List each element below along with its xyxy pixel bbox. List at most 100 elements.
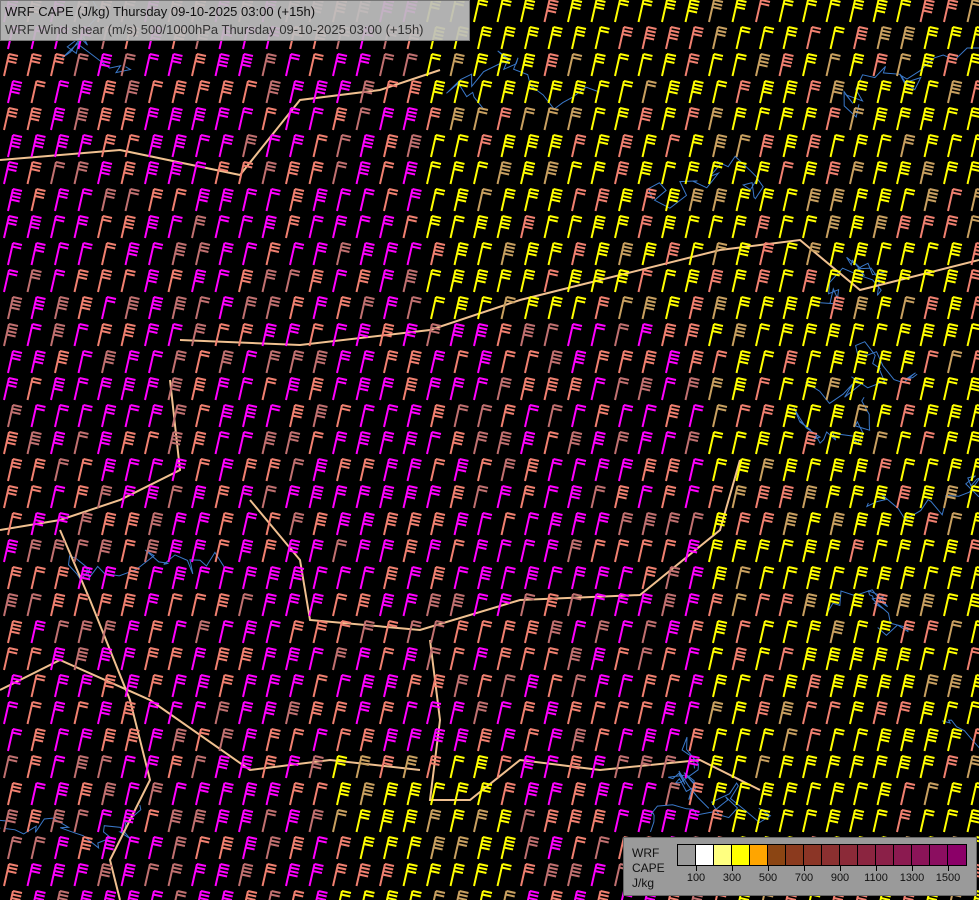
wind-barb	[966, 161, 979, 185]
wind-barb	[919, 485, 935, 509]
wind-barb	[355, 593, 371, 617]
wind-barb	[688, 620, 704, 644]
wind-barb	[336, 674, 352, 698]
wind-barb	[966, 269, 979, 293]
wind-barb	[97, 809, 113, 833]
wind-barb	[383, 242, 399, 266]
wind-barb	[618, 728, 634, 752]
wind-barb	[289, 242, 305, 266]
wind-barb	[167, 485, 183, 509]
wind-barb	[285, 107, 301, 131]
wind-barb	[453, 674, 469, 698]
wind-barb	[500, 620, 516, 644]
wind-barb	[453, 728, 469, 752]
wind-barb	[97, 431, 113, 455]
wind-barb	[124, 620, 140, 644]
wind-barb	[242, 134, 258, 158]
wind-barb	[383, 188, 399, 212]
wind-barb	[406, 458, 422, 482]
wind-barb	[402, 215, 418, 239]
wind-barb	[336, 458, 352, 482]
wind-barb	[825, 377, 841, 401]
wind-barb	[735, 80, 751, 104]
wind-barb	[383, 350, 399, 374]
wind-barb	[402, 647, 418, 671]
wind-barb	[54, 566, 70, 590]
wind-barb	[312, 566, 328, 590]
wind-barb	[543, 269, 559, 293]
legend-tick-label: 100	[686, 872, 706, 884]
legend-swatch	[948, 845, 966, 865]
wind-barb	[144, 539, 160, 563]
wind-barb	[195, 350, 211, 374]
wind-barb	[261, 809, 277, 833]
wind-barb	[195, 512, 211, 536]
wind-barb	[618, 242, 634, 266]
wind-barb	[571, 242, 587, 266]
wind-barb	[101, 242, 117, 266]
wind-barb	[806, 782, 822, 806]
wind-barb	[120, 323, 136, 347]
wind-barb	[896, 647, 912, 671]
wind-barb	[473, 647, 489, 671]
wind-barb	[171, 728, 187, 752]
wind-barb	[477, 134, 493, 158]
wind-barb	[573, 890, 587, 900]
wind-barb	[120, 215, 136, 239]
wind-barb	[50, 647, 66, 671]
wind-barb	[426, 593, 442, 617]
wind-barb	[97, 539, 113, 563]
wind-barb	[755, 53, 771, 77]
wind-barb	[285, 161, 301, 185]
wind-barb	[379, 809, 395, 833]
wind-barb	[238, 755, 254, 779]
wind-barb	[97, 863, 113, 887]
wind-barb	[379, 161, 395, 185]
wind-barb	[379, 863, 395, 887]
wind-barb	[829, 620, 845, 644]
wind-barb	[759, 512, 775, 536]
wind-barb	[332, 755, 348, 779]
wind-barb	[947, 674, 963, 698]
wind-barb	[385, 890, 399, 900]
wind-barb	[684, 809, 700, 833]
wind-barb	[148, 674, 164, 698]
wind-barb	[101, 350, 117, 374]
wind-barb	[708, 647, 724, 671]
wind-barb	[872, 323, 888, 347]
wind-barb	[543, 701, 559, 725]
wind-barb	[543, 0, 559, 23]
wind-barb	[26, 323, 42, 347]
wind-barb	[966, 0, 979, 23]
wind-barb	[755, 215, 771, 239]
wind-barb	[966, 323, 979, 347]
wind-barb	[167, 107, 183, 131]
wind-barb	[853, 674, 869, 698]
wind-barb	[614, 701, 630, 725]
wind-barb	[124, 782, 140, 806]
wind-barb	[3, 107, 19, 131]
wind-barb	[825, 755, 841, 779]
wind-barb	[120, 863, 136, 887]
wind-barb	[244, 890, 258, 900]
wind-barb	[355, 377, 371, 401]
wind-barb	[406, 80, 422, 104]
wind-barb	[218, 620, 234, 644]
wind-barb	[782, 620, 798, 644]
wind-barb	[520, 593, 536, 617]
wind-barb	[197, 890, 211, 900]
wind-barb	[7, 836, 23, 860]
wind-barb	[543, 53, 559, 77]
wind-barb	[449, 269, 465, 293]
wind-barb	[520, 431, 536, 455]
wind-barb	[735, 566, 751, 590]
wind-barb	[594, 782, 610, 806]
wind-barb	[547, 728, 563, 752]
wind-barb	[526, 890, 540, 900]
wind-barb	[242, 404, 258, 428]
wind-barb	[876, 242, 892, 266]
wind-barb	[853, 782, 869, 806]
wind-barb	[332, 431, 348, 455]
wind-barb	[285, 647, 301, 671]
wind-barb	[520, 107, 536, 131]
